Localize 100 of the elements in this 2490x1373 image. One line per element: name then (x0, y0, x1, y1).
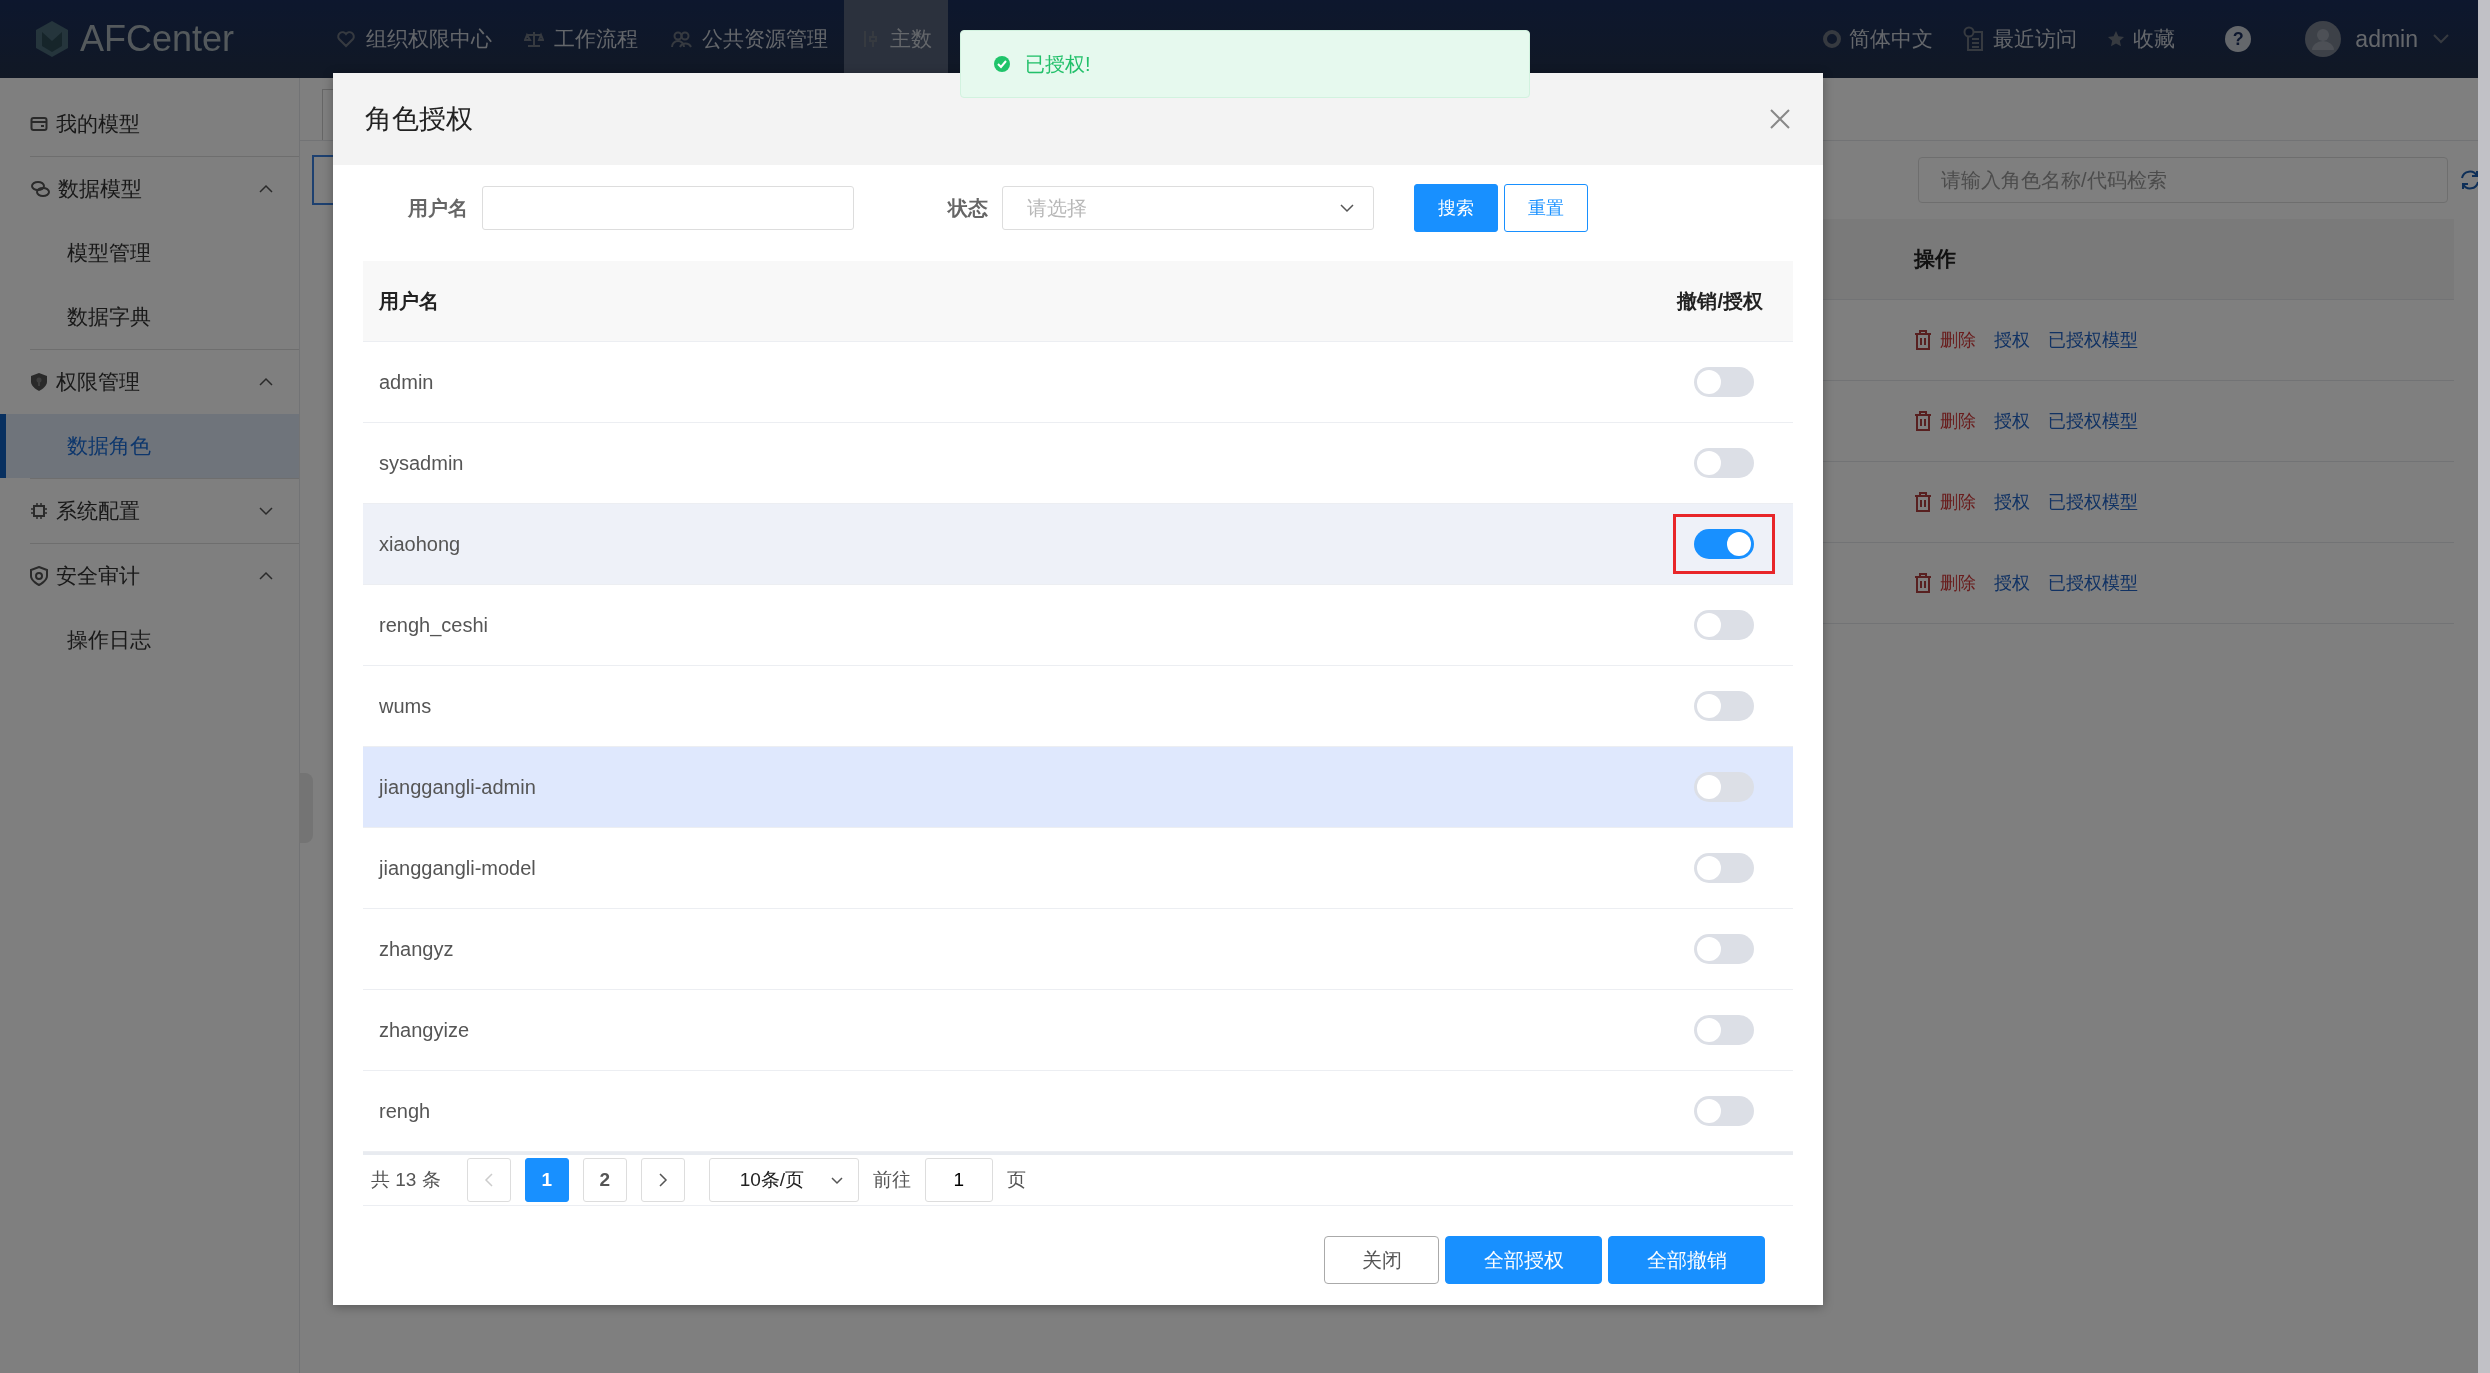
sidebar-subitem[interactable]: 模型管理 (0, 221, 299, 285)
chevron-down-icon (2432, 33, 2450, 45)
user-menu[interactable]: admin (2355, 25, 2418, 53)
action-link[interactable]: 授权 (1994, 409, 2030, 433)
toggle-switch[interactable] (1694, 610, 1754, 640)
table-row[interactable]: xiaohong (363, 504, 1793, 585)
table-row[interactable]: jianggangli-admin (363, 747, 1793, 828)
action-button[interactable]: 全部撤销 (1608, 1236, 1765, 1284)
table-row[interactable]: jianggangli-model (363, 828, 1793, 909)
delete-link[interactable]: 删除 (1914, 328, 1976, 352)
sidebar-item[interactable]: 数据模型 (30, 156, 299, 221)
sidebar-item[interactable]: 我的模型 (30, 92, 299, 156)
table-cell: xiaohong (379, 532, 461, 556)
table-row[interactable]: rengh_ceshi (363, 585, 1793, 666)
dialog-title: 角色授权 (365, 103, 473, 136)
clipboard-icon (1963, 26, 1986, 52)
action-link[interactable]: 已授权模型 (2048, 490, 2138, 514)
action-button[interactable]: 全部授权 (1445, 1236, 1602, 1284)
field-label: 用户名 (408, 195, 468, 221)
action-link[interactable]: 授权 (1994, 328, 2030, 352)
toggle-switch[interactable] (1694, 853, 1754, 883)
language-link[interactable]: 简体中文 (1823, 25, 1934, 53)
close-icon[interactable] (1769, 108, 1791, 130)
trash-icon (1914, 492, 1932, 512)
avatar-icon[interactable] (2305, 21, 2342, 57)
heart-icon (336, 29, 356, 49)
action-link[interactable]: 授权 (1994, 571, 2030, 595)
status-select[interactable]: 请选择 (1002, 186, 1374, 230)
shield-icon (30, 372, 48, 392)
total-count: 共 13 条 (371, 1168, 441, 1192)
chevron-down-icon (829, 1175, 844, 1185)
nav-item[interactable]: 工作流程 (508, 0, 654, 78)
app-logo-text: AFCenter (80, 18, 235, 60)
trash-icon (1914, 330, 1932, 350)
toggle-switch[interactable] (1694, 772, 1754, 802)
sidebar-item[interactable]: 安全审计 (30, 543, 299, 608)
scrollbar[interactable] (2478, 0, 2490, 1373)
goto-label: 前往 (872, 1168, 911, 1192)
column-header: 撤销/授权 (1677, 288, 1763, 314)
column-header: 操作 (1914, 246, 1956, 272)
toggle-switch[interactable] (1694, 448, 1754, 478)
toggle-switch[interactable] (1694, 934, 1754, 964)
favorites-link[interactable]: 收藏 (2107, 25, 2176, 53)
table-row[interactable]: zhangyize (363, 990, 1793, 1071)
shield-icon (30, 566, 48, 586)
scale-icon (524, 29, 544, 49)
delete-link[interactable]: 删除 (1914, 409, 1976, 433)
page-size-select[interactable]: 10条/页 (708, 1158, 859, 1202)
sidebar-item[interactable]: 系统配置 (30, 478, 299, 543)
column-header: 用户名 (379, 288, 439, 314)
chevron-right-icon (657, 1173, 668, 1187)
table-cell: admin (379, 370, 434, 394)
sidebar-subitem[interactable]: 操作日志 (0, 608, 299, 672)
chip-icon (30, 502, 48, 520)
table-cell: rengh_ceshi (379, 613, 488, 637)
users-icon (670, 29, 692, 49)
table-cell: rengh (379, 1099, 431, 1123)
page-unit-label: 页 (1006, 1168, 1026, 1192)
close-button[interactable]: 关闭 (1324, 1236, 1439, 1284)
star-icon (2107, 30, 2126, 48)
recent-link[interactable]: 最近访问 (1963, 25, 2078, 53)
coins-icon (30, 180, 50, 198)
table-row[interactable]: rengh (363, 1071, 1793, 1152)
table-cell: jianggangli-admin (379, 775, 536, 799)
nav-item[interactable]: 公共资源管理 (654, 0, 844, 78)
username-field[interactable] (482, 186, 854, 230)
page-button[interactable]: 2 (582, 1158, 627, 1202)
delete-link[interactable]: 删除 (1914, 571, 1976, 595)
table-cell: jianggangli-model (379, 856, 536, 880)
trash-icon (1914, 573, 1932, 593)
toggle-switch[interactable] (1694, 529, 1754, 559)
action-link[interactable]: 授权 (1994, 490, 2030, 514)
toggle-switch[interactable] (1694, 691, 1754, 721)
action-link[interactable]: 已授权模型 (2048, 409, 2138, 433)
toggle-switch[interactable] (1694, 367, 1754, 397)
page-input[interactable]: 1 (924, 1158, 993, 1202)
chevron-left-icon (483, 1173, 494, 1187)
table-cell: sysadmin (379, 451, 464, 475)
trash-icon (1914, 411, 1932, 431)
reset-button[interactable]: 重置 (1504, 184, 1588, 232)
table-row[interactable]: admin (363, 342, 1793, 423)
table-row[interactable]: zhangyz (363, 909, 1793, 990)
next-page-button[interactable] (640, 1158, 685, 1202)
delete-link[interactable]: 删除 (1914, 490, 1976, 514)
table-cell: zhangyz (379, 937, 454, 961)
action-link[interactable]: 已授权模型 (2048, 328, 2138, 352)
table-cell: zhangyize (379, 1018, 470, 1042)
toggle-switch[interactable] (1694, 1015, 1754, 1045)
check-circle-icon (993, 55, 1011, 73)
help-button[interactable]: ? (2225, 26, 2252, 52)
page-button[interactable]: 1 (524, 1158, 569, 1202)
nav-item[interactable]: 组织权限中心 (320, 0, 508, 78)
search-button[interactable]: 搜索 (1414, 184, 1498, 232)
sidebar-subitem[interactable]: 数据字典 (0, 285, 299, 349)
action-link[interactable]: 已授权模型 (2048, 571, 2138, 595)
sidebar-subitem[interactable]: 数据角色 (0, 414, 299, 478)
logo-icon (34, 19, 70, 59)
toggle-switch[interactable] (1694, 1096, 1754, 1126)
chevron-down-icon (1339, 203, 1355, 213)
field-label: 状态 (948, 195, 988, 221)
